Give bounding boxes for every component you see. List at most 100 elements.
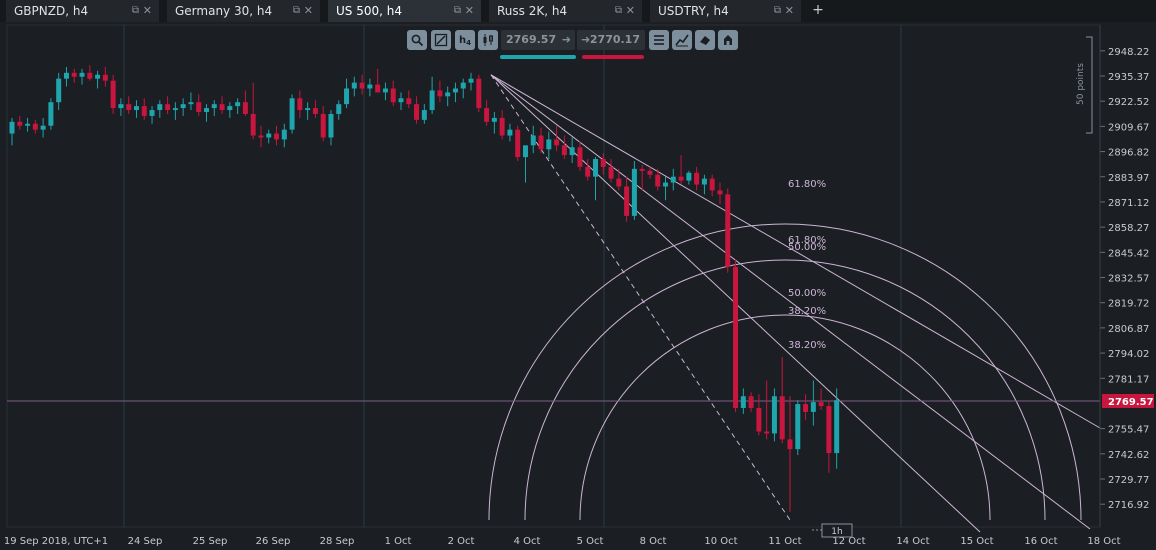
candle-body [258, 135, 264, 138]
candle-body [647, 170, 653, 175]
close-icon[interactable]: ✕ [465, 0, 474, 22]
price-chart[interactable]: 61.80%61.80%50.00%50.00%38.20%38.20% 294… [0, 22, 1156, 550]
trend-chart-icon[interactable] [672, 30, 692, 50]
price-tick-label: 2742.62 [1108, 450, 1149, 461]
candle-body [351, 82, 357, 89]
candle-body [367, 84, 373, 89]
candle-body [771, 396, 777, 434]
candle-body [491, 117, 497, 122]
candle-body [826, 406, 832, 454]
price-tick-label: 2794.02 [1108, 349, 1149, 360]
candle-body [56, 78, 62, 103]
candle-body [79, 72, 85, 77]
scale-bracket [1086, 36, 1093, 134]
close-icon[interactable]: ✕ [143, 0, 152, 22]
popout-icon[interactable]: ⧉ [774, 0, 781, 22]
close-icon[interactable]: ✕ [304, 0, 313, 22]
tab-gbpnzd[interactable]: GBPNZD, h4 ⧉ ✕ [6, 0, 160, 22]
candle-body [663, 182, 669, 187]
timeframe-sub: 4 [466, 39, 471, 47]
ask-price: 2770.17 [589, 33, 640, 46]
close-icon[interactable]: ✕ [626, 0, 635, 22]
popout-icon[interactable]: ⧉ [615, 0, 622, 22]
add-tab-button[interactable]: + [810, 0, 826, 22]
candle-body [40, 125, 46, 130]
timeframe-label: h [459, 34, 467, 46]
signals-icon[interactable] [718, 30, 738, 50]
tab-germany-30[interactable]: Germany 30, h4 ⧉ ✕ [167, 0, 321, 22]
time-tick-label: 28 Sep [320, 536, 355, 547]
candle-body [149, 110, 155, 116]
price-tick-label: 2948.22 [1108, 47, 1149, 58]
candle-body [670, 176, 676, 183]
period-label: 1h [831, 527, 842, 537]
candle-body [9, 121, 15, 134]
candle-body [717, 190, 723, 195]
close-icon[interactable]: ✕ [785, 0, 794, 22]
time-tick-label: 1 Oct [385, 536, 412, 547]
price-tick-label: 2845.42 [1108, 248, 1149, 259]
eraser-icon[interactable] [695, 30, 715, 50]
ask-price-box[interactable]: ➜ 2770.17 [577, 30, 645, 50]
candle-body [188, 102, 194, 105]
candle-body [63, 72, 69, 79]
candle-body [484, 108, 490, 122]
zoom-icon[interactable] [407, 30, 427, 50]
popout-icon[interactable]: ⧉ [454, 0, 461, 22]
candle-body [429, 90, 435, 111]
candle-body [810, 402, 816, 412]
candle-body [748, 396, 754, 408]
candle-body [25, 123, 31, 126]
candle-body [460, 82, 466, 89]
indicators-list-icon[interactable] [649, 30, 669, 50]
popout-icon[interactable]: ⧉ [293, 0, 300, 22]
candle-body [678, 176, 684, 181]
time-tick-label: 4 Oct [514, 536, 541, 547]
candle-body [274, 133, 280, 140]
drawing-tools-icon[interactable] [431, 30, 451, 50]
price-tick-label: 2781.17 [1108, 374, 1149, 385]
candle-body [71, 72, 77, 77]
candle-body [437, 90, 443, 97]
candle-body [382, 88, 388, 93]
time-tick-label: 15 Oct [960, 536, 993, 547]
popout-icon[interactable]: ⧉ [132, 0, 139, 22]
candle-body [133, 106, 139, 111]
price-tick-label: 2729.77 [1108, 475, 1149, 486]
tab-usdtry[interactable]: USDTRY, h4 ⧉ ✕ [650, 0, 802, 22]
time-tick-label: 2 Oct [448, 536, 475, 547]
candle-body [359, 82, 365, 89]
time-tick-label: 25 Sep [193, 536, 228, 547]
timeframe-button[interactable]: h4 [455, 30, 475, 50]
tab-label: GBPNZD, h4 [14, 4, 89, 18]
candle-body [740, 396, 746, 408]
chart-grid [6, 24, 1101, 528]
candle-body [211, 104, 217, 109]
candle-body [328, 113, 334, 138]
bid-price-box[interactable]: 2769.57 ➜ [501, 30, 575, 50]
chart-type-icon[interactable] [478, 30, 498, 50]
time-tick-label: 8 Oct [640, 536, 667, 547]
candle-body [507, 129, 513, 136]
candle-body [834, 400, 840, 454]
candle-body [655, 174, 661, 187]
time-tick-label: 5 Oct [577, 536, 604, 547]
candle-body [336, 104, 342, 114]
price-tick-label: 2716.92 [1108, 500, 1149, 511]
chart-area[interactable]: 61.80% 61.80% 50.00% 50.00% 38.20% 38.20% 294… [0, 22, 1156, 550]
tab-us-500[interactable]: US 500, h4 ⧉ ✕ [328, 0, 482, 22]
candle-body [499, 117, 505, 136]
candle-body [803, 404, 809, 412]
scale-label: 50 points [1076, 63, 1086, 105]
candle-body [725, 194, 731, 267]
candle-body [530, 135, 536, 146]
candle-body [779, 396, 785, 440]
time-tick-label: 26 Sep [256, 536, 291, 547]
candle-body [445, 92, 451, 97]
fib-trend-line [490, 74, 791, 521]
time-tick-label: 24 Sep [128, 536, 163, 547]
candle-body [787, 439, 793, 450]
tab-russ-2k[interactable]: Russ 2K, h4 ⧉ ✕ [489, 0, 643, 22]
candle-body [421, 110, 427, 120]
time-tick-label: 19 Sep 2018, UTC+1 [4, 536, 108, 547]
